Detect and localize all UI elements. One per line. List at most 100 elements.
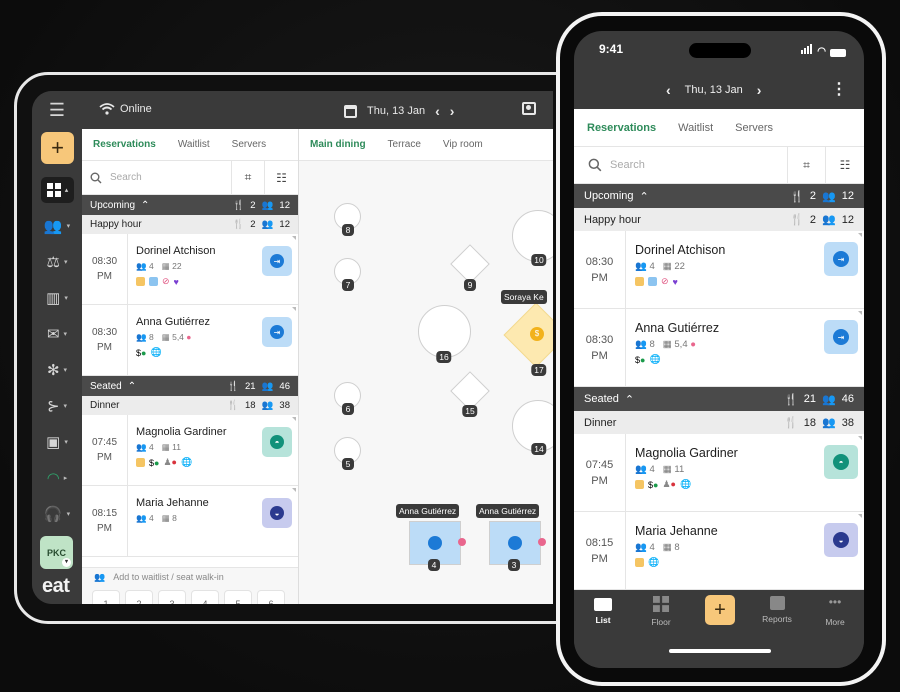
section-header-upcoming[interactable]: Upcoming ⌃ 🍴 2 👥 12 — [82, 195, 298, 215]
reservation-time: 07:45 PM — [82, 415, 128, 485]
status-arriving-button[interactable]: ⇥ — [262, 246, 292, 276]
section-header-seated[interactable]: Seated ⌃ 🍴 21 👥 46 — [574, 387, 864, 411]
reservation-row[interactable]: 08:15 PM Maria Jehanne 👥 4 ▦ 8 ◒ — [82, 486, 298, 557]
chevron-up-icon: ⌃ — [639, 190, 649, 203]
people-icon: 👥 — [822, 190, 836, 203]
tab-servers[interactable]: Servers — [724, 122, 784, 134]
add-reservation-button[interactable]: + — [41, 132, 74, 164]
status-dessert-button[interactable]: ◒ — [824, 523, 858, 557]
user-badge[interactable]: PKC ▾ — [40, 536, 73, 569]
search-input[interactable]: Search — [574, 147, 788, 183]
flow-icon[interactable]: ⊱ ▾ — [32, 393, 82, 419]
reservation-row[interactable]: 08:30 PM Anna Gutiérrez 👥 8 ▦ 5,4 ● $● 🌐 ⇥ — [82, 305, 298, 376]
people-icon: 👥 — [261, 219, 274, 230]
support-icon[interactable]: 🎧 ▾ — [32, 501, 82, 527]
walkin-table-button[interactable]: 4 — [191, 590, 219, 604]
search-input[interactable]: Search — [82, 161, 232, 194]
more-vertical-icon[interactable]: ⋮ — [831, 79, 847, 99]
qr-scan-button[interactable]: ⌗ — [232, 161, 265, 194]
next-day-button[interactable]: › — [450, 103, 455, 119]
table-number-badge: 15 — [462, 405, 478, 417]
date-label[interactable]: Thu, 13 Jan — [685, 84, 743, 96]
battery-icon — [830, 49, 846, 57]
status-served-button[interactable]: ◓ — [262, 427, 292, 457]
reservation-time: 08:30 PM — [574, 231, 626, 308]
reservation-row[interactable]: 07:45 PM Magnolia Gardiner 👥 4 ▦ 11 $● ♟● … — [82, 415, 298, 486]
reservation-row[interactable]: 07:45 PM Magnolia Gardiner 👥 4 ▦ 11 $● ♟● … — [574, 434, 864, 512]
walkin-table-button[interactable]: 5 — [224, 590, 252, 604]
eat-logo: eat — [42, 575, 70, 597]
tab-reservations[interactable]: Reservations — [82, 139, 167, 150]
status-arriving-button[interactable]: ⇥ — [824, 320, 858, 354]
staff-icon[interactable]: ⚖ ▾ — [32, 249, 82, 275]
qr-scan-button[interactable]: ⌗ — [788, 147, 826, 183]
view-toggle-icon[interactable] — [522, 102, 536, 115]
tab-reservations[interactable]: Reservations — [576, 122, 667, 134]
tab-waitlist[interactable]: Waitlist — [667, 122, 724, 134]
reservation-row[interactable]: 08:15 PM Maria Jehanne 👥 4 ▦ 8 🌐 ◒ — [574, 512, 864, 590]
walkin-table-button[interactable]: 2 — [125, 590, 153, 604]
filter-button[interactable]: ☷ — [265, 161, 298, 194]
globe-icon: 🌐 — [180, 457, 193, 467]
nav-list[interactable]: List — [578, 596, 628, 625]
tab-terrace[interactable]: Terrace — [377, 139, 432, 150]
walkin-table-button[interactable]: 1 — [92, 590, 120, 604]
reports-icon[interactable]: ▥ ▾ — [32, 285, 82, 311]
table-guest-label: Anna Gutiérrez — [476, 504, 540, 518]
reservation-row[interactable]: 08:30 PM Dorinel Atchison 👥 4 ▦ 22 ⊘ ♥ ⇥ — [82, 234, 298, 305]
floor-table-17[interactable] — [503, 302, 553, 368]
status-served-button[interactable]: ◓ — [824, 445, 858, 479]
table-number-badge: 8 — [342, 224, 354, 236]
status-arriving-button[interactable]: ⇥ — [824, 242, 858, 276]
paid-icon: $● — [136, 347, 147, 358]
globe-icon: 🌐 — [150, 347, 162, 357]
add-walkin-button[interactable]: 👥 Add to waitlist / seat walk-in — [94, 567, 224, 587]
tab-main-dining[interactable]: Main dining — [299, 139, 377, 150]
tab-servers[interactable]: Servers — [221, 139, 277, 150]
status-arriving-button[interactable]: ⇥ — [262, 317, 292, 347]
arrive-icon — [508, 536, 522, 550]
walkin-table-button[interactable]: 6 — [257, 590, 285, 604]
nav-reports[interactable]: Reports — [752, 596, 802, 624]
cutlery-icon: 🍴 — [232, 199, 245, 211]
reservation-row[interactable]: 08:30 PM Anna Gutiérrez 👥 8 ▦ 5,4 ● $● 🌐 ⇥ — [574, 309, 864, 387]
guest-count: 12 — [841, 190, 854, 202]
group-header-happy-hour: Happy hour 🍴 2 👥 12 — [574, 208, 864, 231]
table-number: ▦ 11 — [161, 442, 181, 452]
hamburger-menu-icon[interactable]: ☰ — [32, 97, 82, 123]
calendar-icon[interactable] — [344, 104, 357, 118]
next-day-button[interactable]: › — [757, 82, 762, 98]
date-label[interactable]: Thu, 13 Jan — [367, 105, 425, 117]
section-header-upcoming[interactable]: Upcoming ⌃ 🍴 2 👥 12 — [574, 184, 864, 208]
add-reservation-button[interactable]: + — [705, 595, 735, 625]
walkin-table-button[interactable]: 3 — [158, 590, 186, 604]
wifi-icon — [99, 103, 115, 115]
table-number: ▦ 5,4 ● — [161, 332, 192, 342]
mail-icon[interactable]: ✉ ▾ — [32, 321, 82, 347]
no-stroller-icon: ⊘ — [661, 276, 669, 286]
table-number: ▦ 22 — [662, 261, 685, 272]
prev-day-button[interactable]: ‹ — [666, 82, 671, 98]
table-count: 21 — [245, 380, 256, 392]
guests-icon[interactable]: 👥 ▾ — [32, 213, 82, 239]
floor-grid-button[interactable]: ▴ — [41, 177, 74, 203]
walkin-label: Add to waitlist / seat walk-in — [113, 572, 224, 582]
nav-floor[interactable]: Floor — [636, 596, 686, 627]
tab-vip-room[interactable]: Vip room — [432, 139, 494, 150]
gauge-icon[interactable]: ◠ ▸ — [32, 465, 82, 491]
prev-day-button[interactable]: ‹ — [435, 103, 440, 119]
guest-count: 12 — [279, 199, 290, 211]
nav-more[interactable]: ••• More — [810, 596, 860, 627]
floor-table-9[interactable] — [450, 244, 490, 284]
network-icon[interactable]: ✻ ▾ — [32, 357, 82, 383]
date-picker: Thu, 13 Jan ‹ › — [344, 103, 454, 119]
status-dessert-button[interactable]: ◒ — [262, 498, 292, 528]
reservation-row[interactable]: 08:30 PM Dorinel Atchison 👥 4 ▦ 22 ⊘ ♥ ⇥ — [574, 231, 864, 309]
guest-count: 38 — [841, 416, 854, 429]
group-header-dinner: Dinner 🍴 18 👥 38 — [574, 411, 864, 434]
filter-button[interactable]: ☷ — [826, 147, 864, 183]
badge-icon[interactable]: ▣ ▾ — [32, 429, 82, 455]
tab-waitlist[interactable]: Waitlist — [167, 139, 221, 150]
section-header-seated[interactable]: Seated ⌃ 🍴 21 👥 46 — [82, 376, 298, 396]
cutlery-icon: 🍴 — [784, 393, 798, 406]
